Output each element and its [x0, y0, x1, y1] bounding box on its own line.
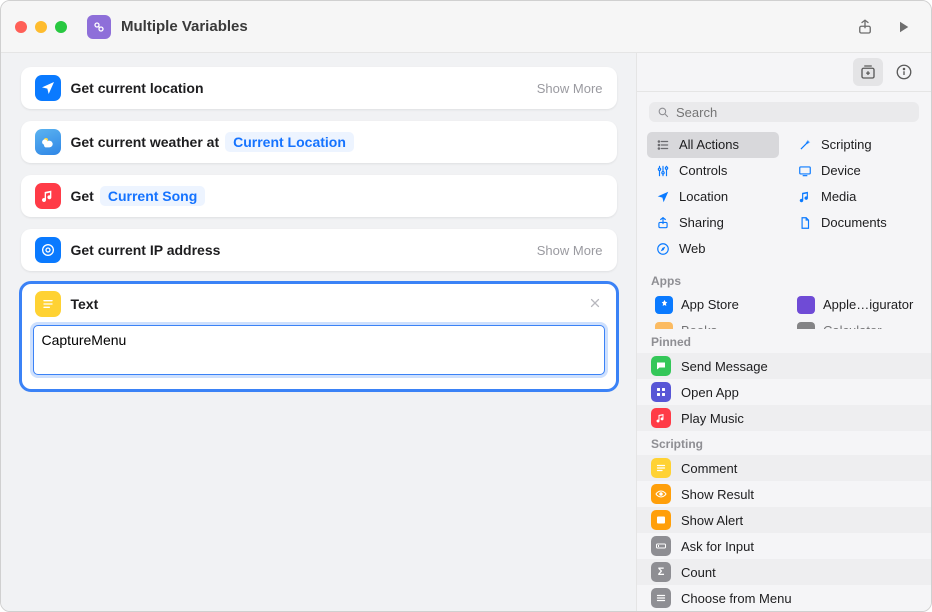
category-sharing[interactable]: Sharing	[647, 210, 779, 236]
wand-icon	[797, 137, 813, 153]
variable-token-current-location[interactable]: Current Location	[225, 132, 354, 152]
search-input[interactable]	[676, 105, 911, 120]
zoom-window-button[interactable]	[55, 21, 67, 33]
action-text[interactable]: Text	[21, 283, 617, 390]
nav-icon	[655, 189, 671, 205]
action-row-play-music[interactable]: Play Music	[637, 405, 931, 431]
location-arrow-icon	[35, 75, 61, 101]
safari-icon	[655, 241, 671, 257]
menu-icon	[651, 588, 671, 608]
action-title: Get current IP address	[71, 242, 221, 258]
sidebar-toolbar	[637, 53, 931, 92]
section-label-apps: Apps	[637, 268, 931, 292]
action-row-choose-from-menu[interactable]: Choose from Menu	[637, 585, 931, 611]
show-more-button[interactable]: Show More	[537, 81, 603, 96]
action-get-current-location[interactable]: Get current location Show More	[21, 67, 617, 109]
titlebar: Multiple Variables	[1, 1, 931, 53]
content: Get current location Show More Get curre…	[1, 53, 931, 611]
text-icon	[35, 291, 61, 317]
list-icon	[655, 137, 671, 153]
variable-token-current-song[interactable]: Current Song	[100, 186, 205, 206]
music-icon	[651, 408, 671, 428]
ip-icon	[35, 237, 61, 263]
action-row-send-message[interactable]: Send Message	[637, 353, 931, 379]
message-icon	[651, 356, 671, 376]
lines-icon	[651, 458, 671, 478]
category-all-actions[interactable]: All Actions	[647, 132, 779, 158]
remove-action-button[interactable]	[587, 296, 603, 312]
display-icon	[797, 163, 813, 179]
section-label-scripting: Scripting	[637, 431, 931, 455]
app-icon	[655, 296, 673, 314]
app-item[interactable]: Calculator	[789, 318, 921, 329]
workflow-canvas[interactable]: Get current location Show More Get curre…	[1, 53, 637, 611]
action-row-count[interactable]: ΣCount	[637, 559, 931, 585]
weather-icon	[35, 129, 61, 155]
category-grid: All Actions Scripting Controls Device Lo…	[637, 130, 931, 268]
category-location[interactable]: Location	[647, 184, 779, 210]
actions-sidebar: All Actions Scripting Controls Device Lo…	[637, 53, 931, 611]
text-action-input[interactable]	[33, 325, 605, 375]
category-device[interactable]: Device	[789, 158, 921, 184]
action-get-current-ip[interactable]: Get current IP address Show More	[21, 229, 617, 271]
action-get-current-song[interactable]: Get Current Song	[21, 175, 617, 217]
action-row-open-app[interactable]: Open App	[637, 379, 931, 405]
action-title: Get current location	[71, 80, 204, 96]
eye-icon	[651, 484, 671, 504]
minimize-window-button[interactable]	[35, 21, 47, 33]
window-title: Multiple Variables	[121, 18, 248, 35]
sigma-icon: Σ	[651, 562, 671, 582]
doc-icon	[797, 215, 813, 231]
window-controls	[15, 21, 67, 33]
app-item[interactable]: Books	[647, 318, 779, 329]
info-button[interactable]	[889, 58, 919, 86]
section-label-pinned: Pinned	[637, 329, 931, 353]
action-row-show-result[interactable]: Show Result	[637, 481, 931, 507]
equalizer-icon	[655, 163, 671, 179]
scripting-list: Comment Show Result Show Alert Ask for I…	[637, 455, 931, 611]
shortcut-icon	[87, 15, 111, 39]
category-web[interactable]: Web	[647, 236, 779, 262]
app-icon	[797, 322, 815, 329]
run-button[interactable]	[889, 13, 917, 41]
action-row-comment[interactable]: Comment	[637, 455, 931, 481]
alert-icon	[651, 510, 671, 530]
app-window: Multiple Variables Get current location …	[0, 0, 932, 612]
action-row-ask-for-input[interactable]: Ask for Input	[637, 533, 931, 559]
library-button[interactable]	[853, 58, 883, 86]
app-item[interactable]: Apple…igurator	[789, 292, 921, 318]
action-row-show-alert[interactable]: Show Alert	[637, 507, 931, 533]
show-more-button[interactable]: Show More	[537, 243, 603, 258]
category-controls[interactable]: Controls	[647, 158, 779, 184]
search-icon	[657, 106, 670, 119]
app-item[interactable]: App Store	[647, 292, 779, 318]
app-icon	[797, 296, 815, 314]
pinned-list: Send Message Open App Play Music	[637, 353, 931, 431]
action-get-current-weather[interactable]: Get current weather at Current Location	[21, 121, 617, 163]
search-field[interactable]	[649, 102, 919, 122]
input-icon	[651, 536, 671, 556]
action-title: Get Current Song	[71, 186, 206, 206]
music-icon	[35, 183, 61, 209]
apps-list: App Store Apple…igurator Books Calculato…	[637, 292, 931, 329]
close-window-button[interactable]	[15, 21, 27, 33]
share-button[interactable]	[851, 13, 879, 41]
action-title: Text	[71, 296, 99, 312]
note-icon	[797, 189, 813, 205]
action-title: Get current weather at Current Location	[71, 132, 354, 152]
app-icon	[655, 322, 673, 329]
grid-icon	[651, 382, 671, 402]
share-icon	[655, 215, 671, 231]
category-documents[interactable]: Documents	[789, 210, 921, 236]
category-media[interactable]: Media	[789, 184, 921, 210]
category-scripting[interactable]: Scripting	[789, 132, 921, 158]
